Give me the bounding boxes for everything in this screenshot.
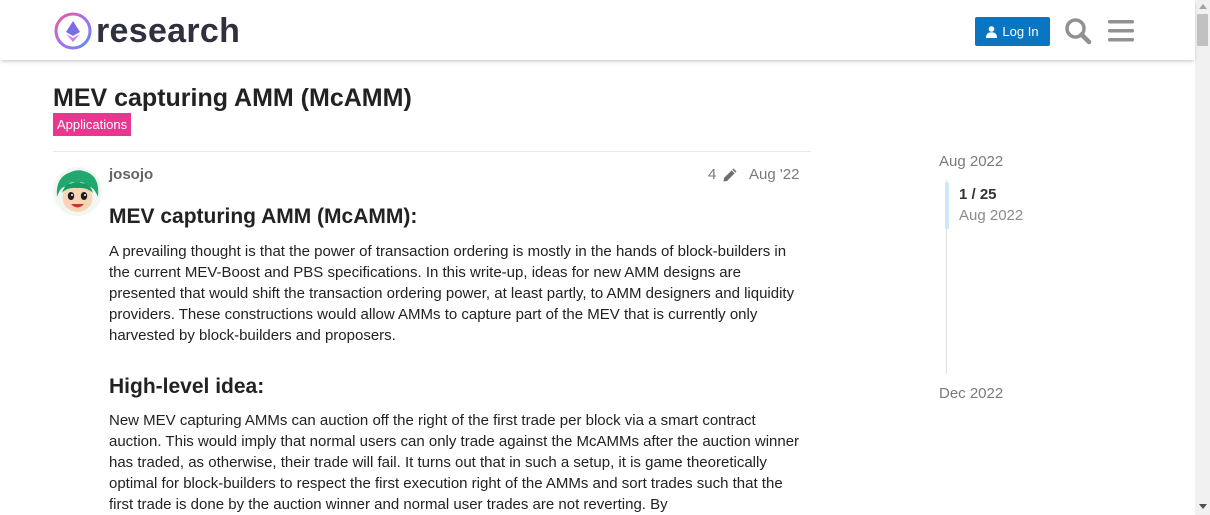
topic-title[interactable]: MEV capturing AMM (McAMM) bbox=[53, 82, 412, 114]
post-paragraph-1: A prevailing thought is that the power o… bbox=[109, 243, 795, 344]
post-heading-2: High-level idea: bbox=[109, 375, 265, 398]
user-icon bbox=[986, 25, 998, 38]
login-button[interactable]: Log In bbox=[975, 17, 1050, 46]
menu-icon bbox=[1108, 20, 1134, 42]
title-divider bbox=[53, 151, 811, 152]
search-icon bbox=[1065, 18, 1092, 45]
timeline-handle[interactable] bbox=[945, 182, 949, 229]
post-paragraph-2: New MEV capturing AMMs can auction off t… bbox=[109, 412, 800, 513]
timeline-position: 1 / 25 bbox=[959, 186, 997, 203]
vertical-scrollbar[interactable] bbox=[1195, 0, 1210, 515]
logo-icon bbox=[54, 12, 92, 50]
edit-history[interactable]: 4 bbox=[708, 166, 738, 183]
timeline-position-date: Aug 2022 bbox=[959, 207, 1024, 224]
post-heading-1: MEV capturing AMM (McAMM): bbox=[109, 205, 418, 228]
post-date[interactable]: Aug '22 bbox=[749, 166, 799, 183]
login-label: Log In bbox=[1002, 24, 1039, 39]
post-username[interactable]: josojo bbox=[109, 166, 153, 183]
menu-button[interactable] bbox=[1106, 16, 1136, 46]
pencil-icon bbox=[723, 168, 737, 181]
timeline-start-date[interactable]: Aug 2022 bbox=[939, 153, 1003, 170]
scroll-down-arrow-icon[interactable] bbox=[1199, 504, 1207, 509]
scroll-up-arrow-icon[interactable] bbox=[1199, 4, 1207, 9]
timeline-end-date[interactable]: Dec 2022 bbox=[939, 385, 1003, 402]
category-badge[interactable]: Applications bbox=[53, 113, 132, 136]
scroll-thumb[interactable] bbox=[1197, 14, 1208, 46]
search-button[interactable] bbox=[1063, 16, 1093, 46]
site-logo[interactable]: research bbox=[54, 11, 240, 51]
edit-count: 4 bbox=[708, 166, 717, 183]
avatar[interactable] bbox=[53, 167, 102, 216]
site-header: research Log In bbox=[0, 0, 1195, 60]
avatar-image bbox=[53, 167, 102, 216]
logo-text: research bbox=[96, 12, 241, 50]
